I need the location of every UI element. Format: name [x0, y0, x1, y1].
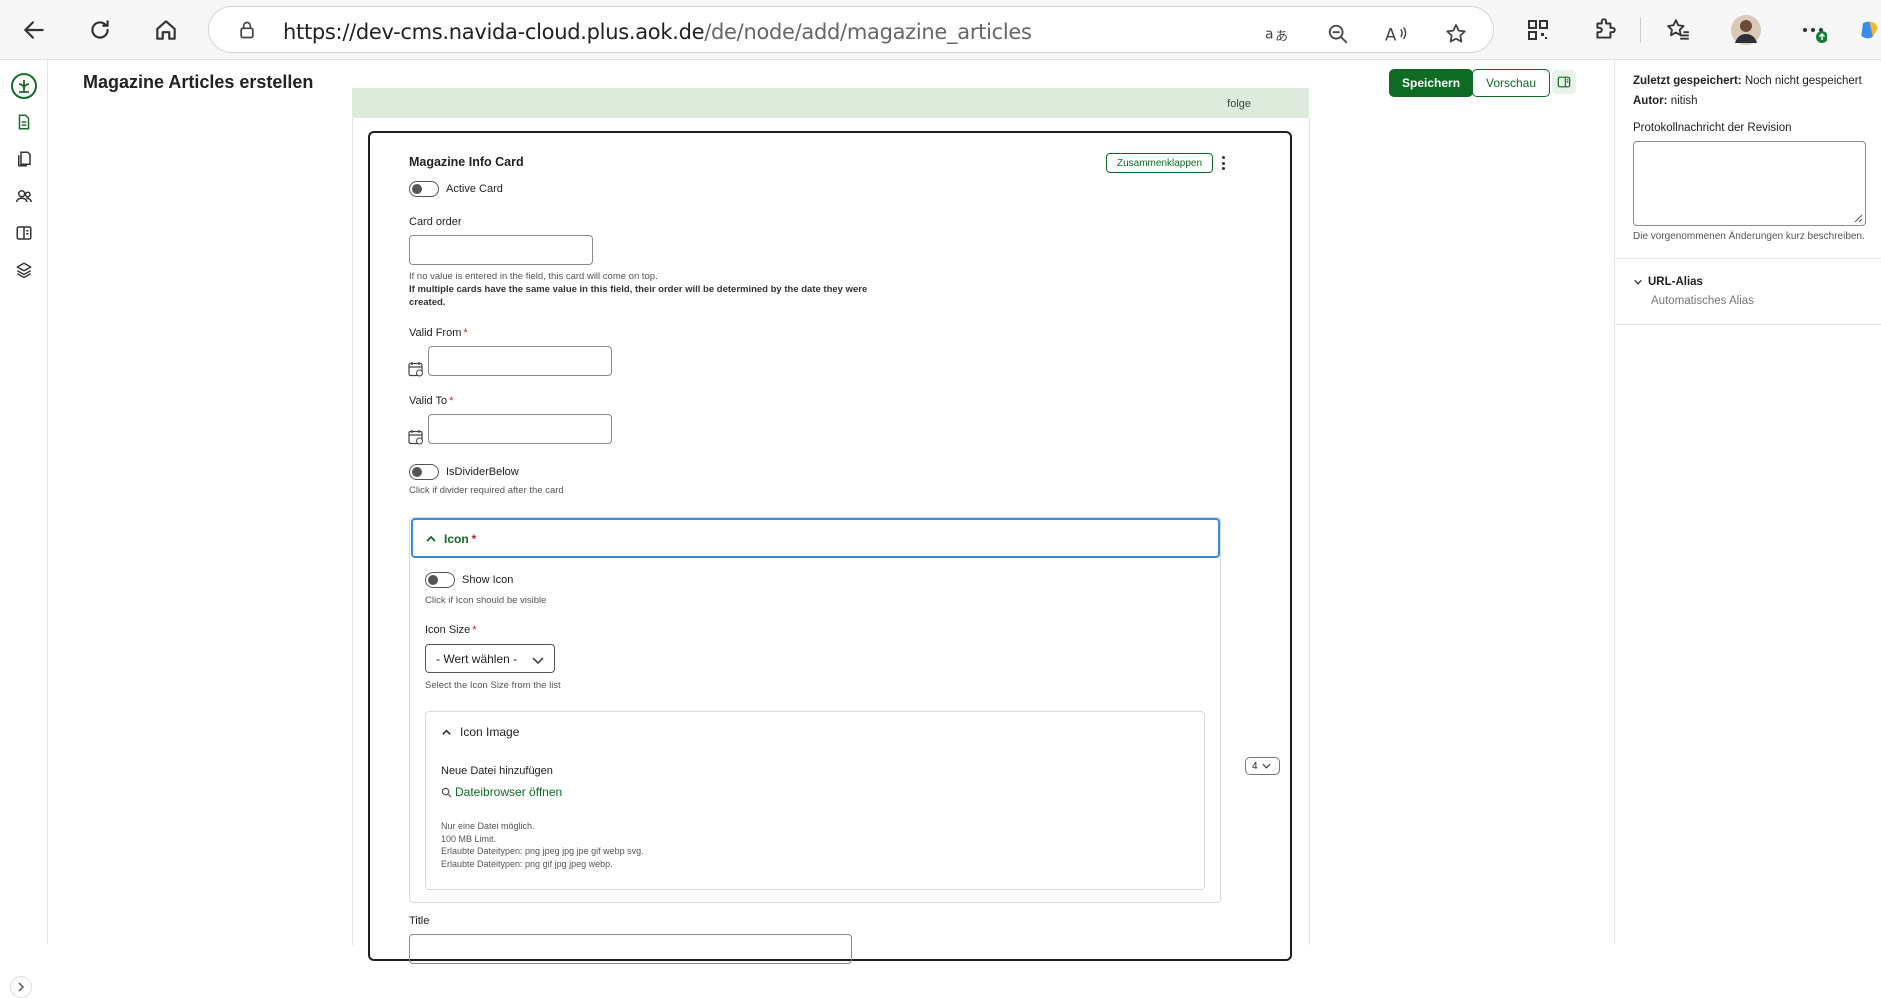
title-label: Title	[409, 915, 430, 927]
lock-icon[interactable]	[237, 20, 257, 45]
author-info: Autor: nitish	[1633, 95, 1698, 107]
active-card-label: Active Card	[446, 183, 503, 195]
sidebar-toggle-icon	[1557, 76, 1571, 88]
chevron-down-icon	[1262, 763, 1271, 769]
icon-image-label: Icon Image	[460, 725, 520, 739]
sidebar-toggle-button[interactable]	[1552, 70, 1576, 94]
qr-code-icon[interactable]	[1522, 14, 1554, 46]
translate-icon[interactable]: aあ	[1262, 19, 1292, 49]
expand-rail-button[interactable]	[10, 976, 32, 998]
divider-below-hint: Click if divider required after the card	[409, 485, 564, 496]
toolbar-divider	[1640, 17, 1641, 43]
copilot-icon[interactable]	[1858, 14, 1881, 46]
valid-to-label: Valid To *	[409, 395, 454, 407]
zoom-out-icon[interactable]	[1323, 19, 1353, 49]
left-rail	[0, 60, 48, 998]
valid-to-input[interactable]	[428, 414, 612, 444]
content-border-right	[1309, 118, 1310, 945]
icon-size-hint: Select the Icon Size from the list	[425, 680, 561, 691]
chevron-up-icon	[425, 532, 437, 550]
show-icon-toggle[interactable]	[425, 572, 455, 588]
back-icon[interactable]	[16, 12, 52, 48]
profile-avatar[interactable]	[1730, 14, 1762, 46]
calendar-icon[interactable]	[408, 361, 424, 377]
chevron-up-icon	[442, 728, 451, 735]
card-title: Magazine Info Card	[409, 155, 524, 169]
title-input[interactable]	[409, 934, 852, 964]
valid-from-label: Valid From *	[409, 327, 468, 339]
file-hints: Nur eine Datei möglich. 100 MB Limit. Er…	[441, 821, 644, 869]
extensions-icon[interactable]	[1589, 14, 1621, 46]
card-order-hint: If no value is entered in the field, thi…	[409, 271, 868, 308]
revision-label: Protokollnachricht der Revision	[1633, 122, 1792, 134]
card-order-input[interactable]	[409, 235, 593, 265]
icon-section-label: Icon *	[444, 532, 477, 546]
preview-button[interactable]: Vorschau	[1472, 69, 1551, 97]
file-browser-link[interactable]: Dateibrowser öffnen	[441, 785, 562, 799]
file-browser-label: Dateibrowser öffnen	[455, 785, 563, 799]
refresh-icon[interactable]	[82, 12, 118, 48]
layout-icon[interactable]	[8, 217, 40, 249]
calendar-icon[interactable]	[408, 429, 424, 445]
icon-size-select[interactable]: - Wert wählen -	[425, 644, 555, 673]
meta-sidebar: Zuletzt gespeichert: Noch nicht gespeich…	[1614, 60, 1881, 945]
logo-icon[interactable]	[8, 70, 40, 102]
read-aloud-icon[interactable]: A	[1382, 19, 1412, 49]
more-options-icon[interactable]	[1216, 154, 1230, 172]
documents-icon[interactable]	[8, 143, 40, 175]
revision-hint: Die vorgenommenen Änderungen kurz beschr…	[1633, 231, 1865, 242]
svg-text:あ: あ	[1275, 29, 1288, 44]
previous-card-strip: folge	[352, 88, 1309, 118]
active-card-toggle[interactable]	[409, 181, 439, 197]
svg-text:a: a	[1265, 27, 1273, 43]
url-text: https://dev-cms.navida-cloud.plus.aok.de…	[283, 20, 1032, 44]
save-button[interactable]: Speichern	[1389, 69, 1474, 97]
more-icon[interactable]	[1797, 14, 1829, 46]
collapse-button[interactable]: Zusammenklappen	[1106, 153, 1214, 173]
valid-from-input[interactable]	[428, 346, 612, 376]
favorites-icon[interactable]	[1662, 14, 1694, 46]
show-icon-label: Show Icon	[462, 574, 514, 586]
content-border-left	[352, 118, 353, 945]
weight-select[interactable]: 4	[1245, 757, 1280, 775]
sidebar-divider	[1615, 324, 1881, 325]
url-alias-value: Automatisches Alias	[1651, 295, 1754, 307]
divider-below-label: IsDividerBelow	[446, 466, 519, 478]
new-file-label: Neue Datei hinzufügen	[441, 765, 553, 777]
layers-icon[interactable]	[8, 254, 40, 286]
icon-section-header[interactable]: Icon *	[411, 518, 1220, 558]
sidebar-divider	[1615, 258, 1881, 259]
icon-image-header[interactable]: Icon Image	[441, 725, 519, 739]
last-saved-info: Zuletzt gespeichert: Noch nicht gespeich…	[1633, 75, 1862, 87]
chevron-down-icon	[1634, 279, 1642, 285]
show-icon-hint: Click if Icon should be visible	[425, 595, 547, 606]
svg-text:A: A	[1385, 25, 1397, 44]
icon-size-label: Icon Size *	[425, 624, 477, 636]
revision-textarea[interactable]	[1633, 141, 1866, 226]
card-order-label: Card order	[409, 216, 462, 228]
search-icon	[441, 787, 452, 798]
favorite-star-icon[interactable]	[1441, 19, 1471, 49]
chevron-down-icon	[532, 654, 544, 668]
content-icon[interactable]	[8, 106, 40, 138]
page-title: Magazine Articles erstellen	[83, 72, 314, 92]
home-icon[interactable]	[148, 12, 184, 48]
divider-below-toggle[interactable]	[409, 464, 439, 480]
resize-handle-icon[interactable]	[1854, 214, 1863, 223]
strip-text: folge	[1227, 98, 1251, 110]
users-icon[interactable]	[8, 180, 40, 212]
url-alias-toggle[interactable]: URL-Alias	[1633, 276, 1703, 288]
browser-toolbar: https://dev-cms.navida-cloud.plus.aok.de…	[0, 0, 1881, 60]
address-bar[interactable]: https://dev-cms.navida-cloud.plus.aok.de…	[208, 6, 1494, 53]
